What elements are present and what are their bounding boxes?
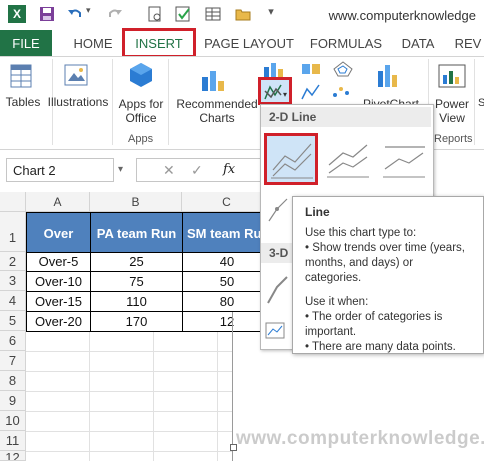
print-preview-icon[interactable] bbox=[146, 5, 164, 23]
table-cell[interactable]: Over-5 bbox=[26, 252, 91, 272]
bar-chart-icon[interactable] bbox=[300, 83, 322, 104]
row-header-8[interactable]: 8 bbox=[0, 371, 26, 391]
name-box-dropdown-icon[interactable]: ▾ bbox=[118, 164, 123, 175]
row-header-6[interactable]: 6 bbox=[0, 331, 26, 351]
table-header-cell[interactable]: Over bbox=[26, 212, 91, 253]
spelling-icon[interactable] bbox=[174, 5, 192, 23]
hierarchy-chart-icon[interactable] bbox=[300, 61, 322, 80]
table-header-cell[interactable]: PA team Run bbox=[90, 212, 183, 253]
apps-group-label: Apps bbox=[128, 133, 154, 145]
apps-for-office-icon[interactable] bbox=[128, 61, 154, 94]
recommended-charts-icon[interactable] bbox=[200, 63, 228, 96]
svg-text:▾: ▾ bbox=[283, 90, 287, 99]
tooltip-text: • The order of categories is important. bbox=[305, 311, 443, 338]
open-icon[interactable] bbox=[234, 5, 252, 23]
group-divider bbox=[474, 59, 475, 145]
line-chart-option[interactable] bbox=[264, 133, 318, 185]
tab-insert[interactable]: INSERT bbox=[122, 28, 196, 58]
insert-function-icon[interactable]: fx bbox=[223, 162, 235, 177]
row-header-1[interactable]: 1 bbox=[0, 212, 26, 252]
tab-page-layout[interactable]: PAGE LAYOUT bbox=[203, 30, 295, 56]
tab-review[interactable]: REV bbox=[452, 30, 484, 56]
more-line-charts-icon[interactable] bbox=[265, 321, 287, 341]
tooltip-text: Use this chart type to: bbox=[305, 227, 417, 239]
row-header-7[interactable]: 7 bbox=[0, 351, 26, 371]
table-cell[interactable]: 75 bbox=[90, 271, 183, 292]
table-cell[interactable]: 25 bbox=[90, 252, 183, 272]
tab-home[interactable]: HOME bbox=[70, 30, 116, 56]
empty-cells[interactable] bbox=[26, 332, 232, 461]
apps-for-office-button[interactable]: Apps for Office bbox=[114, 97, 168, 125]
table-cell[interactable]: 40 bbox=[182, 252, 272, 272]
row-header-4[interactable]: 4 bbox=[0, 291, 26, 311]
tooltip-text: • Show trends over time (years, months, … bbox=[305, 242, 465, 284]
row-header-12[interactable]: 12 bbox=[0, 451, 26, 461]
table-icon[interactable] bbox=[204, 5, 222, 23]
table-cell[interactable]: 110 bbox=[90, 291, 183, 312]
cancel-icon[interactable]: ✕ bbox=[163, 162, 175, 179]
tooltip-text: • There are many data points. bbox=[305, 341, 456, 353]
tables-icon[interactable] bbox=[10, 63, 32, 92]
gallery-section-3d-line: 3-D bbox=[261, 243, 293, 263]
power-view-button[interactable]: Power View bbox=[430, 97, 474, 125]
illustrations-button[interactable]: Illustrations bbox=[44, 95, 112, 109]
tables-button[interactable]: Tables bbox=[2, 95, 44, 109]
column-header-a[interactable]: A bbox=[26, 192, 90, 212]
pivotchart-icon[interactable] bbox=[374, 61, 404, 92]
tooltip-title: Line bbox=[305, 205, 330, 219]
customize-qat-icon[interactable]: ▾ bbox=[262, 5, 280, 23]
group-divider bbox=[168, 59, 169, 145]
reports-group-label: Reports bbox=[434, 133, 473, 145]
quick-access-toolbar: X ▾ ▾ www.computerknowledge bbox=[0, 0, 484, 30]
row-header-2[interactable]: 2 bbox=[0, 252, 26, 271]
recommended-charts-button[interactable]: Recommended Charts bbox=[172, 97, 262, 125]
row-header-3[interactable]: 3 bbox=[0, 271, 26, 291]
undo-dropdown-icon[interactable]: ▾ bbox=[86, 5, 104, 23]
table-cell[interactable]: Over-10 bbox=[26, 271, 91, 292]
ribbon-overflow-label: S bbox=[478, 97, 484, 109]
stacked-line-chart-option[interactable] bbox=[323, 135, 371, 183]
formula-bar-buttons: ✕ ✓ fx bbox=[136, 158, 266, 182]
table-cell[interactable]: 80 bbox=[182, 291, 272, 312]
tooltip-text: Use it when: bbox=[305, 296, 369, 308]
radar-chart-icon[interactable] bbox=[332, 61, 354, 80]
power-view-icon[interactable] bbox=[438, 63, 466, 94]
column-chart-icon[interactable] bbox=[262, 61, 288, 80]
excel-logo-icon: X bbox=[8, 5, 26, 23]
table-header-cell[interactable]: SM team Run bbox=[182, 212, 272, 253]
column-header-b[interactable]: B bbox=[90, 192, 182, 212]
line-with-markers-option[interactable] bbox=[265, 191, 289, 227]
table-cell[interactable]: Over-20 bbox=[26, 311, 91, 332]
row-header-5[interactable]: 5 bbox=[0, 311, 26, 331]
table-cell[interactable]: 12 bbox=[182, 311, 272, 332]
gallery-section-2d-line: 2-D Line bbox=[261, 107, 431, 127]
row-header-9[interactable]: 9 bbox=[0, 391, 26, 411]
scatter-chart-icon[interactable] bbox=[330, 83, 352, 104]
3d-line-chart-option[interactable] bbox=[265, 267, 289, 307]
table-cell[interactable]: Over-15 bbox=[26, 291, 91, 312]
window-title: www.computerknowledge bbox=[328, 8, 476, 23]
insert-line-chart-button[interactable]: ▾ bbox=[258, 77, 292, 105]
illustrations-icon[interactable] bbox=[64, 63, 88, 92]
table-cell[interactable]: 50 bbox=[182, 271, 272, 292]
chart-type-tooltip: Line Use this chart type to: • Show tren… bbox=[292, 196, 484, 354]
tab-file[interactable]: FILE bbox=[0, 30, 52, 56]
table-cell[interactable]: 170 bbox=[90, 311, 183, 332]
row-header-11[interactable]: 11 bbox=[0, 431, 26, 451]
select-all-corner[interactable] bbox=[0, 192, 26, 212]
percent-stacked-line-chart-option[interactable] bbox=[379, 135, 427, 183]
save-icon[interactable] bbox=[38, 5, 56, 23]
undo-icon[interactable] bbox=[66, 5, 84, 23]
row-header-10[interactable]: 10 bbox=[0, 411, 26, 431]
column-header-c[interactable]: C bbox=[182, 192, 272, 212]
tab-data[interactable]: DATA bbox=[396, 30, 440, 56]
enter-icon[interactable]: ✓ bbox=[191, 162, 203, 179]
chart-object-border[interactable] bbox=[232, 312, 233, 461]
tab-formulas[interactable]: FORMULAS bbox=[308, 30, 384, 56]
name-box[interactable]: Chart 2 bbox=[6, 158, 114, 182]
group-divider bbox=[112, 59, 113, 145]
redo-icon[interactable] bbox=[106, 5, 124, 23]
watermark: www.computerknowledge.net bbox=[236, 428, 484, 449]
